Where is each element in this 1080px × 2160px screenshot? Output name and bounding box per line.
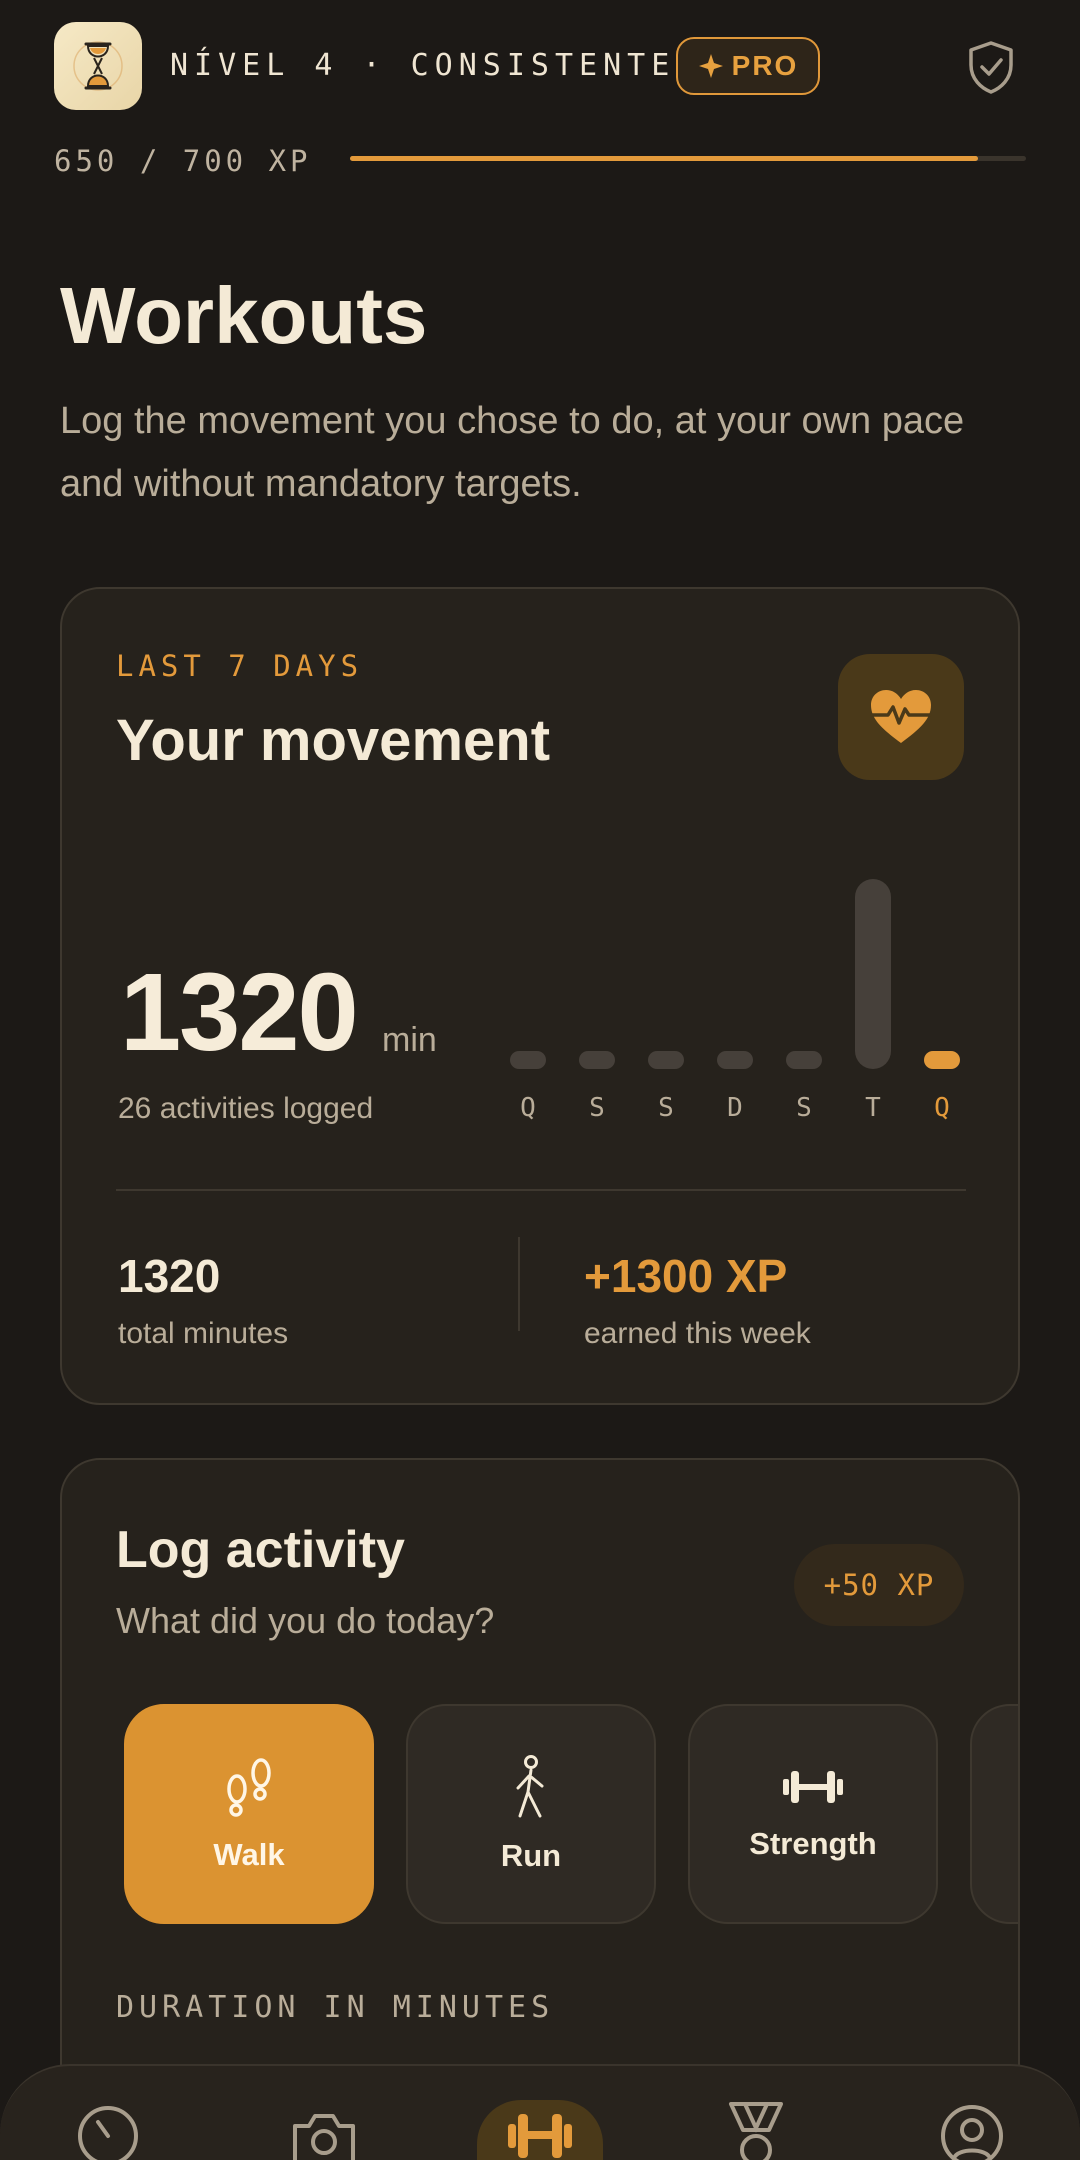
page-subtitle: Log the movement you chose to do, at you… xyxy=(60,400,965,505)
profile-icon xyxy=(941,2105,1003,2160)
day-bar xyxy=(579,1051,615,1069)
day-bar xyxy=(786,1051,822,1069)
xp-earned-label: earned this week xyxy=(584,1317,811,1350)
xp-progress-row: 650 / 700 XP xyxy=(54,140,1028,180)
movement-title: Your movement xyxy=(116,708,551,773)
day-bar xyxy=(924,1051,960,1069)
activities-count: 26 activities logged xyxy=(118,1092,374,1125)
activity-walk[interactable]: Walk xyxy=(124,1704,374,1924)
log-activity-title: Log activity xyxy=(116,1521,405,1579)
nav-workouts[interactable] xyxy=(477,2100,603,2160)
pro-label: PRO xyxy=(731,50,799,81)
heart-pulse-icon xyxy=(870,690,932,743)
day-bar xyxy=(648,1051,684,1069)
log-activity-card: Log activity What did you do today? +50 … xyxy=(60,1458,1020,2160)
total-minutes-label: total minutes xyxy=(118,1317,289,1350)
day-label: Q xyxy=(934,1093,950,1123)
day-column: S xyxy=(579,869,615,1123)
day-bar xyxy=(717,1051,753,1069)
movement-card: LAST 7 DAYS Your movement 1320 min 26 ac… xyxy=(60,587,1020,1405)
day-label: D xyxy=(727,1093,743,1123)
activity-run[interactable]: Run xyxy=(406,1704,656,1924)
app-logo[interactable] xyxy=(54,22,142,110)
movement-total: 1320 xyxy=(120,951,359,1074)
medal-icon xyxy=(729,2102,783,2160)
activity-strength[interactable]: Strength xyxy=(688,1704,938,1924)
dumbbell-icon xyxy=(783,1771,843,1803)
xp-earned-value: +1300 XP xyxy=(584,1250,788,1302)
shield-check-icon xyxy=(969,41,1013,94)
day-bar xyxy=(855,879,891,1069)
day-column: D xyxy=(717,869,753,1123)
movement-unit: min xyxy=(382,1021,437,1059)
activity-more[interactable] xyxy=(970,1704,1018,1924)
shield-check-button[interactable] xyxy=(956,32,1026,102)
day-label: S xyxy=(796,1093,812,1123)
day-bar xyxy=(510,1051,546,1069)
camera-icon xyxy=(293,2114,355,2160)
day-column: Q xyxy=(510,869,546,1123)
footprints-icon xyxy=(227,1758,271,1817)
top-bar: NÍVEL 4 · CONSISTENTE PRO xyxy=(54,22,1026,112)
xp-progress-bar xyxy=(350,156,1026,161)
xp-progress-fill xyxy=(350,156,978,161)
xp-reward-badge: +50 XP xyxy=(794,1544,964,1626)
nav-timer[interactable] xyxy=(58,2100,158,2160)
day-column: S xyxy=(786,869,822,1123)
card-divider xyxy=(116,1189,966,1191)
total-minutes-value: 1320 xyxy=(118,1250,221,1302)
sparkle-icon xyxy=(698,54,723,78)
activity-run-label: Run xyxy=(500,1838,562,1873)
bottom-navigation xyxy=(0,2064,1080,2160)
stats-separator xyxy=(518,1237,520,1331)
page-title: Workouts xyxy=(60,271,428,360)
activity-strength-label: Strength xyxy=(749,1826,877,1861)
nav-achievements[interactable] xyxy=(706,2100,806,2160)
day-label: S xyxy=(658,1093,674,1123)
nav-profile[interactable] xyxy=(922,2100,1022,2160)
day-label: T xyxy=(865,1093,881,1123)
xp-progress-text: 650 / 700 XP xyxy=(54,144,312,178)
activity-walk-label: Walk xyxy=(213,1837,285,1872)
heart-tile xyxy=(838,654,964,780)
pro-badge[interactable]: PRO xyxy=(676,37,820,95)
day-label: Q xyxy=(520,1093,536,1123)
day-column: T xyxy=(855,869,891,1123)
running-person-icon xyxy=(516,1755,544,1818)
weekly-bar-chart: QSSDSTQ xyxy=(510,869,970,1123)
hourglass-icon xyxy=(73,41,123,91)
log-activity-subtitle: What did you do today? xyxy=(116,1600,495,1641)
movement-eyebrow: LAST 7 DAYS xyxy=(116,649,364,683)
timer-icon xyxy=(78,2106,138,2160)
day-column: S xyxy=(648,869,684,1123)
duration-label: DURATION IN MINUTES xyxy=(116,1990,555,2025)
nav-camera[interactable] xyxy=(274,2100,374,2160)
day-label: S xyxy=(589,1093,605,1123)
dumbbell-icon xyxy=(508,2114,572,2158)
day-column: Q xyxy=(924,869,960,1123)
level-label: NÍVEL 4 · CONSISTENTE xyxy=(170,48,676,83)
